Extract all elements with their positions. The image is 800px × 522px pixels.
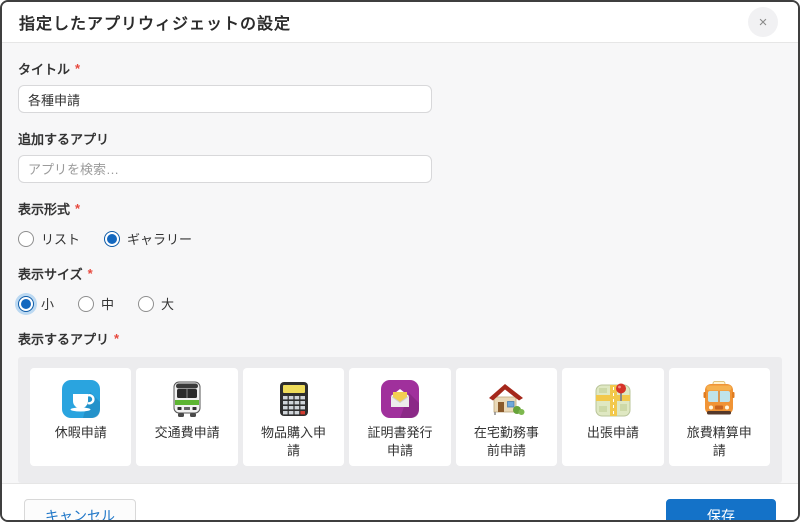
radio-option-large[interactable]: 大	[138, 294, 174, 313]
map-icon	[593, 379, 633, 419]
app-card-travel-expense[interactable]: 旅費精算申請	[669, 368, 770, 466]
close-button[interactable]: ×	[748, 7, 778, 37]
app-label: 証明書発行申請	[365, 424, 435, 459]
dialog-body: タイトル * 追加するアプリ 表示形式 * リスト ギャラリー 表示サイズ *	[2, 43, 798, 483]
required-asterisk: *	[75, 61, 80, 76]
cancel-button[interactable]: キャンセル	[24, 499, 136, 522]
app-label: 交通費申請	[155, 424, 220, 442]
required-asterisk: *	[75, 201, 80, 216]
app-label: 旅費精算申請	[684, 424, 754, 459]
radio-option-list[interactable]: リスト	[18, 229, 80, 248]
app-label: 物品購入申請	[258, 424, 328, 459]
radio-checked-icon	[104, 231, 120, 247]
display-format-radio-group: リスト ギャラリー	[18, 229, 782, 248]
dialog-title: 指定したアプリウィジェットの設定	[19, 10, 291, 34]
app-label: 出張申請	[587, 424, 639, 442]
dialog-header: 指定したアプリウィジェットの設定 ×	[2, 2, 798, 43]
display-size-radio-group: 小 中 大	[18, 294, 782, 313]
add-app-field-label: 追加するアプリ	[18, 129, 782, 148]
display-format-label: 表示形式 *	[18, 199, 782, 218]
radio-option-small[interactable]: 小	[18, 294, 54, 313]
app-label: 在宅勤務事前申請	[471, 424, 541, 459]
radio-option-gallery[interactable]: ギャラリー	[104, 229, 192, 248]
house-icon	[486, 379, 526, 419]
app-card-remote-work[interactable]: 在宅勤務事前申請	[456, 368, 557, 466]
envelope-app-icon	[380, 379, 420, 419]
display-apps-label: 表示するアプリ *	[18, 329, 782, 348]
radio-checked-icon	[18, 296, 34, 312]
app-widget-settings-dialog: 指定したアプリウィジェットの設定 × タイトル * 追加するアプリ 表示形式 *…	[0, 0, 800, 522]
app-card-certificate[interactable]: 証明書発行申請	[349, 368, 450, 466]
required-asterisk: *	[88, 266, 93, 281]
title-field-label: タイトル *	[18, 59, 782, 78]
app-gallery: 休暇申請 交通費申請	[18, 357, 782, 483]
required-asterisk: *	[114, 331, 119, 346]
app-card-purchase[interactable]: 物品購入申請	[243, 368, 344, 466]
display-size-label: 表示サイズ *	[18, 264, 782, 283]
title-input[interactable]	[18, 85, 432, 113]
dialog-footer: キャンセル 保存	[2, 483, 798, 522]
radio-unchecked-icon	[18, 231, 34, 247]
app-search-input[interactable]	[18, 155, 432, 183]
app-card-vacation[interactable]: 休暇申請	[30, 368, 131, 466]
coffee-app-icon	[61, 379, 101, 419]
save-button[interactable]: 保存	[666, 499, 776, 522]
radio-option-medium[interactable]: 中	[78, 294, 114, 313]
calculator-icon	[274, 379, 314, 419]
app-card-business-trip[interactable]: 出張申請	[562, 368, 663, 466]
close-icon: ×	[759, 15, 768, 30]
radio-unchecked-icon	[78, 296, 94, 312]
app-card-transport-expense[interactable]: 交通費申請	[136, 368, 237, 466]
radio-unchecked-icon	[138, 296, 154, 312]
bus-icon	[699, 379, 739, 419]
train-icon	[167, 379, 207, 419]
app-label: 休暇申請	[55, 424, 107, 442]
